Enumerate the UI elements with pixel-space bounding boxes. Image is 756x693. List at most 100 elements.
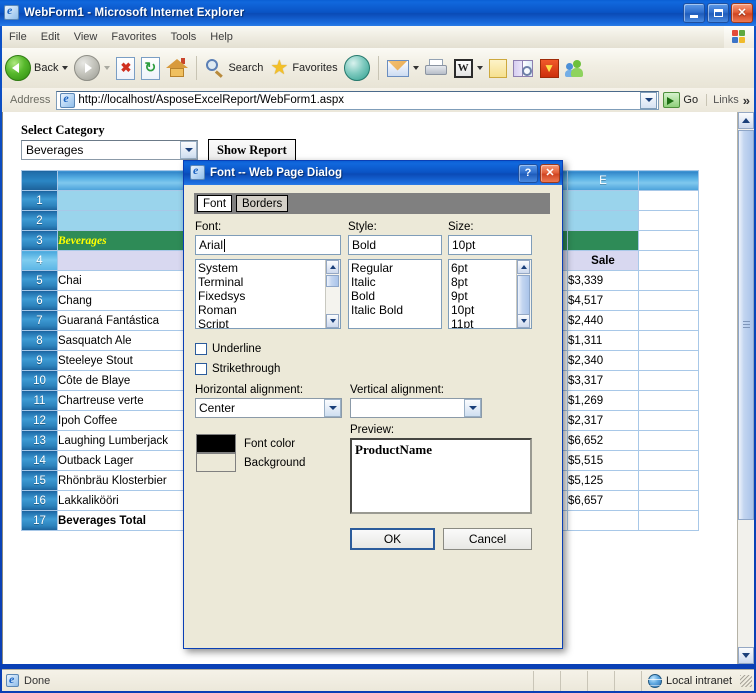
- row-header[interactable]: 11: [21, 390, 58, 411]
- row-header[interactable]: 2: [21, 210, 58, 231]
- menu-item-edit[interactable]: Edit: [34, 29, 67, 45]
- list-item[interactable]: Italic Bold: [351, 303, 441, 317]
- cell-extra[interactable]: [638, 470, 699, 491]
- mail-button[interactable]: [384, 49, 422, 87]
- cell-sale[interactable]: $1,311: [567, 330, 639, 351]
- resize-grip[interactable]: [740, 674, 752, 687]
- underline-checkbox-row[interactable]: Underline: [195, 343, 261, 355]
- list-item[interactable]: Fixedsys: [198, 289, 326, 303]
- cancel-button[interactable]: Cancel: [443, 528, 532, 550]
- address-dropdown-button[interactable]: [640, 91, 658, 109]
- row-header-selected[interactable]: 4: [21, 250, 58, 271]
- vertical-alignment-select[interactable]: [350, 398, 482, 418]
- ok-button[interactable]: OK: [350, 528, 435, 550]
- cell-header-sale[interactable]: Sale: [567, 250, 639, 271]
- page-vertical-scrollbar[interactable]: [737, 112, 754, 664]
- list-item[interactable]: Terminal: [198, 275, 326, 289]
- messenger-button[interactable]: [562, 49, 590, 87]
- dialog-close-button[interactable]: ✕: [540, 163, 560, 183]
- menu-item-tools[interactable]: Tools: [164, 29, 204, 45]
- forward-button[interactable]: [71, 49, 113, 87]
- cell-sale[interactable]: $1,269: [567, 390, 639, 411]
- cell-sale[interactable]: $6,657: [567, 490, 639, 511]
- list-item[interactable]: 9pt: [451, 289, 517, 303]
- scroll-up-button[interactable]: [738, 112, 754, 129]
- cell-extra[interactable]: [638, 490, 699, 511]
- scroll-thumb[interactable]: [517, 275, 530, 315]
- links-button[interactable]: Links: [706, 94, 739, 106]
- tab-borders[interactable]: Borders: [236, 195, 289, 212]
- scroll-up-button[interactable]: [517, 260, 530, 274]
- strikethrough-checkbox[interactable]: [195, 363, 207, 375]
- list-item[interactable]: Regular: [351, 261, 441, 275]
- home-button[interactable]: [163, 49, 191, 87]
- print-button[interactable]: [422, 49, 451, 87]
- stop-button[interactable]: ✖: [113, 49, 138, 87]
- scroll-down-button[interactable]: [326, 314, 339, 328]
- chevron-down-icon[interactable]: [180, 141, 197, 159]
- security-zone[interactable]: Local intranet: [642, 671, 740, 691]
- cell-extra[interactable]: [638, 290, 699, 311]
- chevron-down-icon[interactable]: [324, 399, 341, 417]
- close-window-button[interactable]: ✕: [731, 3, 753, 23]
- scroll-thumb[interactable]: [738, 130, 754, 520]
- row-header[interactable]: 6: [21, 290, 58, 311]
- cell-f1[interactable]: [638, 190, 699, 211]
- cell-sale[interactable]: $5,125: [567, 470, 639, 491]
- scroll-down-button[interactable]: [738, 647, 754, 664]
- cell-f3[interactable]: [638, 230, 699, 251]
- forward-dropdown-icon[interactable]: [104, 66, 111, 70]
- category-select[interactable]: Beverages: [21, 140, 198, 160]
- toolbar-overflow-icon[interactable]: »: [739, 93, 754, 108]
- style-input[interactable]: Bold: [348, 235, 442, 255]
- cell-f2[interactable]: [638, 210, 699, 231]
- size-input[interactable]: 10pt: [448, 235, 532, 255]
- row-header[interactable]: 16: [21, 490, 58, 511]
- show-report-button[interactable]: Show Report: [208, 139, 296, 161]
- menu-item-help[interactable]: Help: [203, 29, 240, 45]
- row-header[interactable]: 15: [21, 470, 58, 491]
- cell-e2[interactable]: [567, 210, 639, 231]
- tab-font[interactable]: Font: [197, 195, 233, 212]
- back-button[interactable]: Back: [2, 49, 71, 87]
- strikethrough-checkbox-row[interactable]: Strikethrough: [195, 363, 280, 375]
- row-header[interactable]: 7: [21, 310, 58, 331]
- media-button[interactable]: [341, 49, 373, 87]
- list-item[interactable]: 6pt: [451, 261, 517, 275]
- go-button[interactable]: Go: [659, 89, 704, 111]
- cell-extra[interactable]: [638, 270, 699, 291]
- cell-e1[interactable]: [567, 190, 639, 211]
- column-header-f[interactable]: [638, 170, 699, 191]
- row-header[interactable]: 14: [21, 450, 58, 471]
- column-header-e[interactable]: E: [567, 170, 639, 191]
- dialog-help-button[interactable]: ?: [518, 163, 538, 183]
- list-item[interactable]: 10pt: [451, 303, 517, 317]
- font-color-swatch[interactable]: [196, 434, 236, 453]
- menu-item-favorites[interactable]: Favorites: [104, 29, 163, 45]
- row-header[interactable]: 12: [21, 410, 58, 431]
- cell-sale[interactable]: $4,517: [567, 290, 639, 311]
- cell-extra[interactable]: [638, 370, 699, 391]
- font-input[interactable]: Arial: [195, 235, 341, 255]
- cell-sale[interactable]: $2,317: [567, 410, 639, 431]
- background-color-swatch[interactable]: [196, 453, 236, 472]
- grid-corner[interactable]: [21, 170, 58, 191]
- row-header[interactable]: 8: [21, 330, 58, 351]
- cell-extra[interactable]: [638, 390, 699, 411]
- cell-extra[interactable]: [638, 330, 699, 351]
- scroll-up-button[interactable]: [326, 260, 339, 274]
- list-item[interactable]: 8pt: [451, 275, 517, 289]
- notes-button[interactable]: [486, 49, 510, 87]
- row-header[interactable]: 5: [21, 270, 58, 291]
- menu-item-view[interactable]: View: [67, 29, 105, 45]
- list-item[interactable]: 11pt: [451, 317, 517, 328]
- underline-checkbox[interactable]: [195, 343, 207, 355]
- cell-extra[interactable]: [638, 410, 699, 431]
- cell-e3[interactable]: [567, 230, 639, 251]
- cell-extra[interactable]: [638, 350, 699, 371]
- cell-f4[interactable]: [638, 250, 699, 271]
- row-header[interactable]: 9: [21, 350, 58, 371]
- edit-dropdown-icon[interactable]: [476, 66, 483, 70]
- search-button[interactable]: Search: [202, 49, 266, 87]
- row-header[interactable]: 1: [21, 190, 58, 211]
